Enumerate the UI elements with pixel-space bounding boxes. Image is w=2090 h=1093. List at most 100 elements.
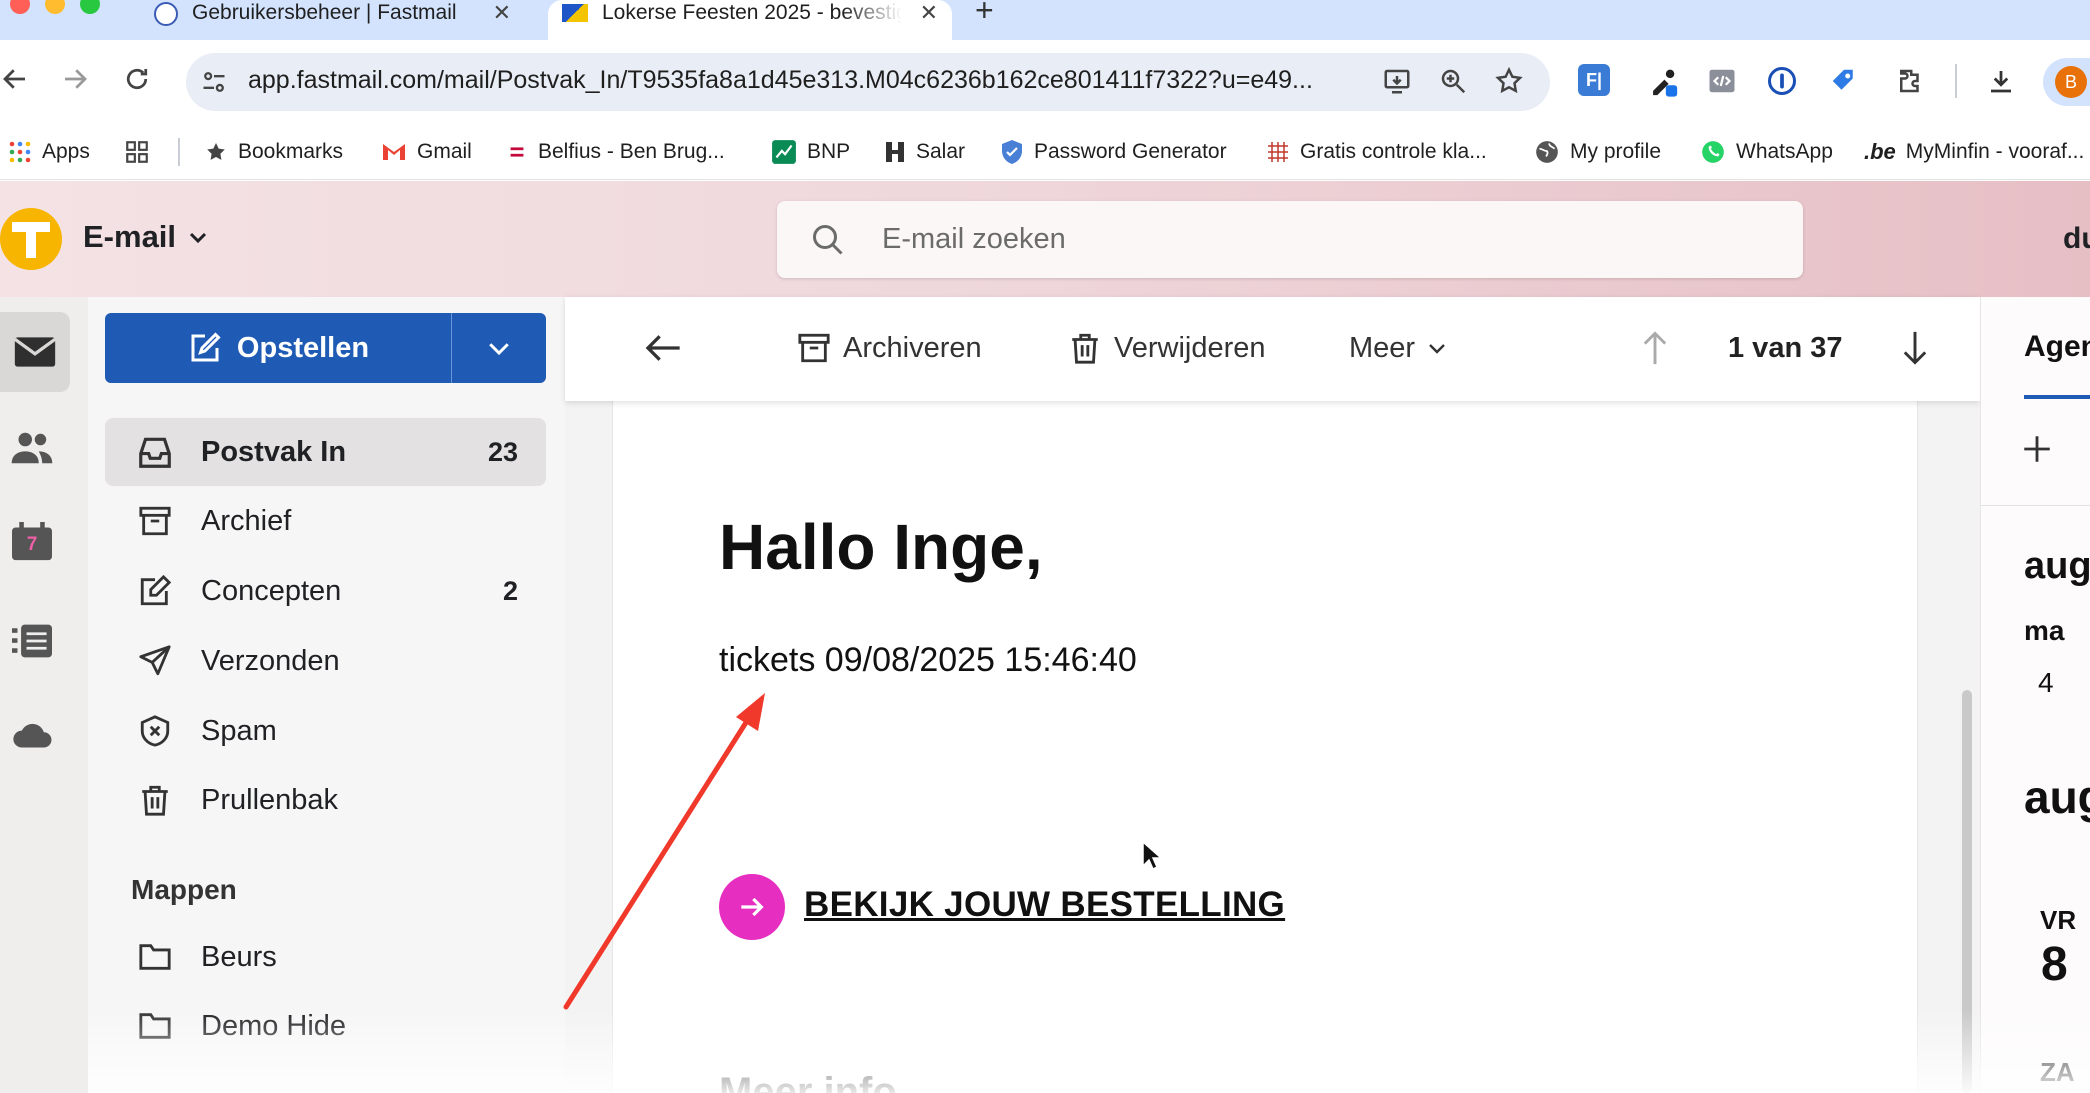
- site-settings-icon[interactable]: [200, 68, 228, 96]
- shield-icon: [1000, 139, 1024, 165]
- bookmark-belfius[interactable]: Belfius - Ben Brug...: [506, 132, 725, 172]
- bookmark-star-icon[interactable]: [1494, 66, 1524, 96]
- belfius-icon: [506, 141, 528, 163]
- archive-icon: [797, 331, 831, 365]
- bnp-icon: [771, 139, 797, 165]
- reload-icon[interactable]: [122, 64, 152, 94]
- install-app-icon[interactable]: [1382, 66, 1412, 96]
- bookmark-salar[interactable]: Salar: [884, 132, 965, 172]
- bookmark-label: Salar: [916, 140, 966, 163]
- bookmark-bnp[interactable]: BNP: [771, 132, 850, 172]
- bookmark-label: Gratis controle kla...: [1300, 140, 1487, 163]
- downloads-icon[interactable]: [1986, 66, 2016, 96]
- bookmark-gratis-controle[interactable]: Gratis controle kla...: [1266, 132, 1487, 172]
- folder-label: Prullenbak: [201, 783, 339, 816]
- back-to-list-button[interactable]: [643, 320, 683, 376]
- message-position: 1 van 37: [1728, 331, 1843, 364]
- delete-label: Verwijderen: [1114, 331, 1266, 364]
- search-box[interactable]: [777, 201, 1803, 278]
- extension-tag-icon[interactable]: [1829, 66, 1859, 96]
- sidebar-item-demo-hide[interactable]: Demo Hide: [105, 992, 546, 1060]
- message-scrollbar[interactable]: [1962, 690, 1972, 1093]
- sidebar-item-spam[interactable]: Spam: [105, 697, 546, 765]
- rail-mail-button[interactable]: [0, 312, 70, 392]
- search-input[interactable]: [882, 219, 1762, 259]
- bookmark-apps[interactable]: Apps: [8, 132, 90, 172]
- app-switcher-label: E-mail: [83, 219, 177, 254]
- tab-gebruikersbeheer[interactable]: Gebruikersbeheer | Fastmail ✕: [140, 0, 525, 40]
- extension-code-icon[interactable]: [1707, 66, 1737, 96]
- sidebar-item-concepten[interactable]: Concepten 2: [105, 557, 546, 625]
- bookmark-my-profile[interactable]: My profile: [1534, 132, 1661, 172]
- agenda-divider: [1981, 505, 2090, 506]
- contacts-icon[interactable]: [10, 428, 54, 468]
- previous-message-button[interactable]: [1640, 320, 1670, 376]
- add-event-icon[interactable]: [2020, 432, 2054, 466]
- profile-chip[interactable]: B: [2043, 58, 2090, 106]
- sidebar-item-archief[interactable]: Archief: [105, 487, 546, 555]
- compose-icon: [187, 330, 223, 366]
- zoom-icon[interactable]: [1438, 66, 1468, 96]
- folder-label: Postvak In: [201, 435, 347, 468]
- bookmark-label: BNP: [807, 140, 851, 163]
- chevron-down-icon: [484, 333, 514, 363]
- folder-icon: [135, 1011, 175, 1041]
- sidebar-item-beurs[interactable]: Beurs: [105, 923, 546, 991]
- fastmail-favicon-icon: [154, 2, 178, 26]
- url-text[interactable]: app.fastmail.com/mail/Postvak_In/T9535fa…: [248, 66, 1313, 95]
- calendar-icon[interactable]: 7: [10, 522, 54, 562]
- sidebar-item-prullenbak[interactable]: Prullenbak: [105, 766, 546, 834]
- bookmark-whatsapp[interactable]: WhatsApp: [1700, 132, 1833, 172]
- folder-label: Demo Hide: [201, 1009, 347, 1042]
- compose-label: Opstellen: [236, 331, 370, 364]
- tab-agenda[interactable]: Agen: [2024, 330, 2090, 364]
- new-tab-button[interactable]: +: [975, 0, 994, 29]
- compose-options-button[interactable]: [451, 313, 546, 383]
- agenda-panel: [1980, 297, 2090, 1093]
- extension-1password-icon[interactable]: [1767, 66, 1797, 96]
- bookmark-tab-groups[interactable]: [124, 132, 160, 172]
- arrow-down-icon: [1900, 329, 1930, 367]
- extensions-puzzle-icon[interactable]: [1895, 66, 1925, 96]
- extension-dropper-icon[interactable]: [1646, 64, 1680, 98]
- bookmark-label: My profile: [1570, 140, 1662, 163]
- archive-button[interactable]: Archiveren: [797, 320, 982, 376]
- bookmark-bookmarks[interactable]: Bookmarks: [204, 132, 343, 172]
- be-icon: .be: [1864, 139, 1896, 164]
- tab-close-icon[interactable]: ✕: [920, 0, 938, 26]
- next-message-button[interactable]: [1900, 320, 1930, 376]
- agenda-month: aug: [2024, 545, 2090, 587]
- forward-icon[interactable]: [60, 64, 90, 94]
- bookmark-gmail[interactable]: Gmail: [381, 132, 472, 172]
- star-icon: [204, 140, 228, 164]
- lokerse-favicon-icon: [562, 4, 588, 22]
- sidebar-item-verzonden[interactable]: Verzonden: [105, 627, 546, 695]
- agenda-day: 8: [2041, 938, 2068, 991]
- folder-unread-count: 23: [487, 436, 518, 467]
- delete-button[interactable]: Verwijderen: [1068, 320, 1266, 376]
- tab-close-icon[interactable]: ✕: [493, 0, 511, 26]
- folder-icon: [135, 942, 175, 972]
- cloud-files-icon[interactable]: [10, 718, 54, 750]
- bookmark-label: MyMinfin - vooraf...: [1905, 140, 2085, 163]
- spam-icon: [135, 714, 175, 748]
- more-button[interactable]: Meer: [1349, 320, 1449, 376]
- chevron-down-icon: [186, 225, 210, 249]
- tab-lokerse-feesten[interactable]: Lokerse Feesten 2025 - bevestiging ✕: [548, 0, 952, 40]
- bookmark-myminfin[interactable]: .be MyMinfin - vooraf...: [1864, 132, 2084, 172]
- compose-button[interactable]: Opstellen: [105, 313, 451, 383]
- folder-label: Beurs: [201, 940, 277, 973]
- arrow-left-icon: [643, 331, 683, 365]
- bookmarks-divider: [178, 138, 180, 166]
- back-icon[interactable]: [0, 64, 30, 94]
- app-switcher[interactable]: E-mail: [83, 219, 210, 255]
- search-icon: [810, 222, 846, 258]
- notes-list-icon[interactable]: [12, 622, 52, 660]
- extension-fl-icon[interactable]: F|: [1578, 64, 1610, 96]
- view-order-link[interactable]: BEKIJK JOUW BESTELLING: [804, 885, 1285, 925]
- tab-groups-icon: [124, 139, 150, 165]
- sidebar-item-postvak-in[interactable]: Postvak In 23: [105, 418, 546, 486]
- bookmark-password-generator[interactable]: Password Generator: [1000, 132, 1227, 172]
- salar-icon: [884, 140, 906, 164]
- mouse-cursor-icon: [1142, 840, 1163, 871]
